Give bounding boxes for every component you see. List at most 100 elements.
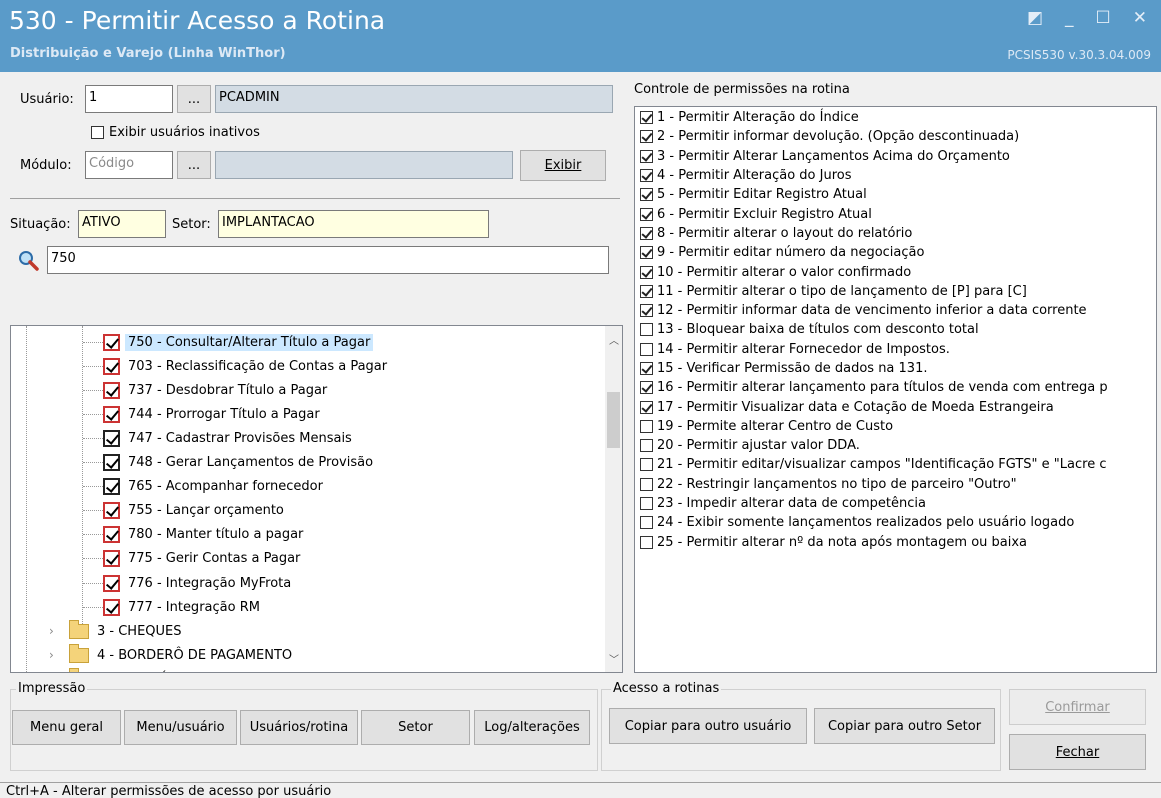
restore-icon[interactable]: ◩: [1027, 8, 1043, 28]
permission-checkbox[interactable]: [640, 188, 653, 202]
permission-checkbox[interactable]: [640, 207, 653, 221]
permission-checkbox[interactable]: [640, 342, 653, 356]
permission-checkbox[interactable]: [640, 458, 653, 472]
show-inactive-checkbox[interactable]: [91, 126, 104, 139]
permission-item[interactable]: 10 - Permitir alterar o valor confirmado: [635, 262, 1156, 281]
permission-checkbox[interactable]: [640, 419, 653, 433]
scroll-up-icon[interactable]: ︿: [609, 332, 619, 347]
permission-checkbox[interactable]: [640, 284, 653, 298]
permission-item[interactable]: 11 - Permitir alterar o tipo de lançamen…: [635, 282, 1156, 301]
permissions-list[interactable]: 1 - Permitir Alteração do Índice 2 - Perm…: [634, 106, 1157, 673]
close-icon[interactable]: ✕: [1133, 8, 1147, 28]
permission-checkbox[interactable]: [640, 535, 653, 549]
tree-item[interactable]: 765 - Acompanhar fornecedor: [83, 475, 323, 499]
permission-item[interactable]: 1 - Permitir Alteração do Índice: [635, 108, 1156, 127]
permission-item[interactable]: 12 - Permitir informar data de venciment…: [635, 301, 1156, 320]
log-alteracoes-button[interactable]: Log/alterações: [474, 710, 590, 745]
minimize-icon[interactable]: _: [1065, 8, 1074, 28]
tree-item[interactable]: 777 - Integração RM: [83, 595, 260, 619]
tree-folder[interactable]: › 5 - RELATÓRIOS: [49, 667, 200, 673]
permission-item[interactable]: 25 - Permitir alterar nº da nota após mo…: [635, 533, 1156, 552]
permission-item[interactable]: 17 - Permitir Visualizar data e Cotação …: [635, 397, 1156, 416]
tree-item[interactable]: 748 - Gerar Lançamentos de Provisão: [83, 451, 373, 475]
tree-item-checkbox[interactable]: [103, 405, 120, 423]
permission-item[interactable]: 13 - Bloquear baixa de títulos com desco…: [635, 320, 1156, 339]
permission-item[interactable]: 21 - Permitir editar/visualizar campos "…: [635, 455, 1156, 474]
tree-item[interactable]: 755 - Lançar orçamento: [83, 499, 284, 523]
permission-checkbox[interactable]: [640, 149, 653, 163]
permission-checkbox[interactable]: [640, 265, 653, 279]
tree-item-checkbox[interactable]: [103, 550, 120, 568]
module-lookup-button[interactable]: ...: [177, 151, 211, 179]
confirm-button[interactable]: Confirmar: [1009, 689, 1146, 725]
tree-item[interactable]: 750 - Consultar/Alterar Título a Pagar: [83, 330, 374, 354]
permission-item[interactable]: 3 - Permitir Alterar Lançamentos Acima d…: [635, 147, 1156, 166]
permission-checkbox[interactable]: [640, 400, 653, 414]
expand-icon[interactable]: ›: [49, 624, 59, 638]
permission-item[interactable]: 4 - Permitir Alteração do Juros: [635, 166, 1156, 185]
menu-usuario-button[interactable]: Menu/usuário: [124, 710, 237, 745]
tree-item-checkbox[interactable]: [103, 454, 120, 471]
copy-to-sector-button[interactable]: Copiar para outro Setor: [814, 708, 995, 744]
search-input[interactable]: 750: [47, 246, 609, 274]
permission-item[interactable]: 9 - Permitir editar número da negociação: [635, 243, 1156, 262]
permission-item[interactable]: 16 - Permitir alterar lançamento para tí…: [635, 378, 1156, 397]
tree-item[interactable]: 780 - Manter título a pagar: [83, 523, 303, 547]
menu-geral-button[interactable]: Menu geral: [12, 710, 121, 745]
permission-item[interactable]: 23 - Impedir alterar data de competência: [635, 494, 1156, 513]
tree-item[interactable]: 744 - Prorrogar Título a Pagar: [83, 402, 320, 426]
permission-item[interactable]: 14 - Permitir alterar Fornecedor de Impo…: [635, 340, 1156, 359]
permission-item[interactable]: 22 - Restringir lançamentos no tipo de p…: [635, 475, 1156, 494]
user-lookup-button[interactable]: ...: [177, 85, 211, 113]
tree-item[interactable]: 737 - Desdobrar Título a Pagar: [83, 378, 327, 402]
permission-checkbox[interactable]: [640, 439, 653, 453]
tree-item[interactable]: 747 - Cadastrar Provisões Mensais: [83, 426, 352, 450]
tree-folder[interactable]: › 3 - CHEQUES: [49, 619, 182, 643]
permission-checkbox[interactable]: [640, 362, 653, 375]
permission-checkbox[interactable]: [640, 226, 653, 240]
permission-checkbox[interactable]: [640, 246, 653, 260]
permission-item[interactable]: 20 - Permitir ajustar valor DDA.: [635, 436, 1156, 455]
permission-checkbox[interactable]: [640, 111, 653, 125]
permission-checkbox[interactable]: [640, 169, 653, 183]
tree-scrollbar[interactable]: ︿ ﹀: [605, 326, 622, 672]
tree-item[interactable]: 776 - Integração MyFrota: [83, 571, 291, 595]
tree-item-checkbox[interactable]: [103, 357, 120, 375]
tree-item-checkbox[interactable]: [103, 333, 120, 351]
permission-checkbox[interactable]: [640, 381, 653, 395]
permission-checkbox[interactable]: [640, 323, 653, 337]
tree-item-checkbox[interactable]: [103, 478, 120, 496]
permission-item[interactable]: 24 - Exibir somente lançamentos realizad…: [635, 513, 1156, 532]
module-code-input[interactable]: Código: [85, 151, 173, 179]
permission-item[interactable]: 8 - Permitir alterar o layout do relatór…: [635, 224, 1156, 243]
permission-checkbox[interactable]: [640, 497, 653, 511]
tree-item-checkbox[interactable]: [103, 526, 120, 544]
expand-icon[interactable]: ›: [49, 672, 59, 673]
scrollbar-thumb[interactable]: [607, 392, 620, 448]
expand-icon[interactable]: ›: [49, 648, 59, 662]
permission-item[interactable]: 5 - Permitir Editar Registro Atual: [635, 185, 1156, 204]
tree-folder[interactable]: › 4 - BORDERÔ DE PAGAMENTO: [49, 643, 292, 667]
permission-checkbox[interactable]: [640, 477, 653, 491]
tree-item-checkbox[interactable]: [103, 429, 120, 447]
permission-checkbox[interactable]: [640, 130, 653, 144]
tree-item-checkbox[interactable]: [103, 381, 120, 399]
permission-checkbox[interactable]: [640, 304, 653, 318]
routine-tree[interactable]: 750 - Consultar/Alterar Título a Pagar 70…: [10, 325, 623, 673]
permission-checkbox[interactable]: [640, 516, 653, 530]
tree-item[interactable]: 703 - Reclassificação de Contas a Pagar: [83, 354, 387, 378]
maximize-icon[interactable]: ☐: [1096, 8, 1111, 28]
copy-to-user-button[interactable]: Copiar para outro usuário: [609, 708, 807, 744]
show-button[interactable]: Exibir: [520, 150, 606, 181]
permission-item[interactable]: 6 - Permitir Excluir Registro Atual: [635, 204, 1156, 223]
show-inactive-option[interactable]: Exibir usuários inativos: [91, 125, 260, 140]
permission-item[interactable]: 2 - Permitir informar devolução. (Opção …: [635, 127, 1156, 146]
usuarios-rotina-button[interactable]: Usuários/rotina: [240, 710, 358, 745]
tree-item-checkbox[interactable]: [103, 574, 120, 592]
tree-item-checkbox[interactable]: [103, 598, 120, 616]
setor-button[interactable]: Setor: [361, 710, 470, 745]
permission-item[interactable]: 19 - Permite alterar Centro de Custo: [635, 417, 1156, 436]
tree-item-checkbox[interactable]: [103, 502, 120, 520]
permission-item[interactable]: 15 - Verificar Permissão de dados na 131…: [635, 359, 1156, 378]
scroll-down-icon[interactable]: ﹀: [609, 651, 619, 666]
